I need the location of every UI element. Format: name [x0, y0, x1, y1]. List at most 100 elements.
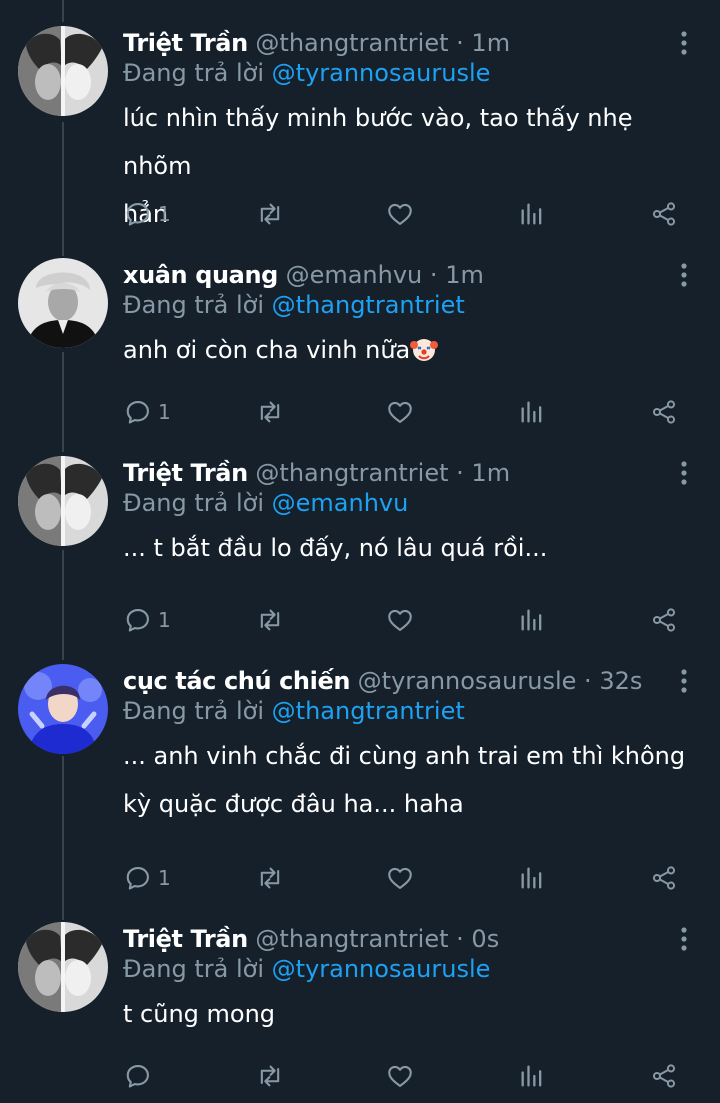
tweet[interactable]: Triệt Trần @thangtrantriet · 1m Đang trả… — [0, 456, 720, 646]
display-name[interactable]: Triệt Trần — [123, 29, 248, 57]
tweet-text-line: ... t bắt đầu lo đấy, nó lâu quá rồi... — [123, 534, 548, 562]
share-button[interactable] — [650, 1056, 678, 1096]
more-vertical-icon[interactable] — [672, 926, 696, 952]
reply-count: 1 — [158, 608, 171, 632]
tweet-text-line: anh ơi còn cha vinh nữa — [123, 326, 698, 374]
tweet-text-line: lúc nhìn thấy minh bước vào, tao thấy nh… — [123, 104, 633, 180]
timestamp[interactable]: 1m — [471, 29, 510, 57]
like-button[interactable] — [386, 1056, 414, 1096]
retweet-icon — [260, 609, 280, 631]
tweet-header: Triệt Trần @thangtrantriet · 1m — [123, 26, 510, 60]
replying-to: Đang trả lời @tyrannosaurusle — [123, 56, 490, 90]
separator-dot: · — [584, 667, 592, 695]
stats-button[interactable] — [518, 392, 546, 432]
share-button[interactable] — [650, 858, 678, 898]
tweet[interactable]: xuân quang @emanhvu · 1m Đang trả lời @t… — [0, 258, 720, 446]
like-button[interactable] — [386, 194, 414, 234]
tweet[interactable]: Triệt Trần @thangtrantriet · 1m Đang trả… — [0, 26, 720, 236]
timestamp[interactable]: 1m — [471, 459, 510, 487]
more-vertical-icon[interactable] — [672, 668, 696, 694]
reply-button[interactable]: 1 — [124, 194, 171, 234]
reply-bubble-icon — [126, 609, 149, 632]
avatar[interactable] — [18, 258, 108, 348]
heart-icon — [388, 1065, 412, 1087]
reply-button[interactable]: 1 — [124, 858, 171, 898]
bar-chart-icon — [521, 609, 542, 631]
stats-button[interactable] — [518, 858, 546, 898]
user-handle[interactable]: @emanhvu — [286, 261, 423, 289]
separator-dot: · — [429, 261, 438, 289]
tweet-header: Triệt Trần @thangtrantriet · 1m — [123, 456, 510, 490]
retweet-button[interactable] — [256, 1056, 284, 1096]
tweet-actions: 1 — [0, 194, 720, 234]
share-icon — [652, 1064, 676, 1088]
tweet[interactable]: cục tác chú chiến @tyrannosaurusle · 32s… — [0, 664, 720, 904]
user-handle[interactable]: @thangtrantriet — [255, 29, 448, 57]
reply-to-handle[interactable]: @emanhvu — [272, 489, 409, 517]
avatar[interactable] — [18, 26, 108, 116]
thread-line — [62, 0, 64, 22]
like-button[interactable] — [386, 392, 414, 432]
tweet-text-line: t cũng mong — [123, 1000, 276, 1028]
avatar[interactable] — [18, 456, 108, 546]
retweet-button[interactable] — [256, 392, 284, 432]
like-button[interactable] — [386, 600, 414, 640]
share-button[interactable] — [650, 392, 678, 432]
display-name[interactable]: Triệt Trần — [123, 925, 248, 953]
reply-button[interactable] — [124, 1056, 158, 1096]
bar-chart-icon — [521, 203, 542, 225]
reply-thread: Triệt Trần @thangtrantriet · 1m Đang trả… — [0, 0, 720, 1103]
timestamp[interactable]: 32s — [599, 667, 642, 695]
user-handle[interactable]: @thangtrantriet — [255, 459, 448, 487]
share-button[interactable] — [650, 600, 678, 640]
display-name[interactable]: xuân quang — [123, 261, 278, 289]
reply-bubble-icon — [126, 203, 149, 226]
user-handle[interactable]: @thangtrantriet — [255, 925, 448, 953]
reply-button[interactable]: 1 — [124, 600, 171, 640]
tweet-text: anh ơi còn cha vinh nữa — [123, 326, 698, 374]
reply-to-handle[interactable]: @tyrannosaurusle — [272, 955, 491, 983]
replying-prefix: Đang trả lời — [123, 955, 265, 983]
timestamp[interactable]: 0s — [471, 925, 499, 953]
stats-button[interactable] — [518, 194, 546, 234]
tweet-header: cục tác chú chiến @tyrannosaurusle · 32s — [123, 664, 642, 698]
share-icon — [652, 400, 676, 424]
bar-chart-icon — [521, 1065, 542, 1087]
timestamp[interactable]: 1m — [445, 261, 484, 289]
display-name[interactable]: cục tác chú chiến — [123, 667, 350, 695]
heart-icon — [388, 867, 412, 889]
share-button[interactable] — [650, 194, 678, 234]
more-vertical-icon[interactable] — [672, 30, 696, 56]
stats-button[interactable] — [518, 1056, 546, 1096]
like-button[interactable] — [386, 858, 414, 898]
retweet-button[interactable] — [256, 600, 284, 640]
retweet-button[interactable] — [256, 194, 284, 234]
tweet-header: Triệt Trần @thangtrantriet · 0s — [123, 922, 499, 956]
tweet[interactable]: Triệt Trần @thangtrantriet · 0s Đang trả… — [0, 922, 720, 1102]
reply-to-handle[interactable]: @thangtrantriet — [272, 291, 465, 319]
replying-to: Đang trả lời @thangtrantriet — [123, 288, 465, 322]
reply-to-handle[interactable]: @thangtrantriet — [272, 697, 465, 725]
more-vertical-icon[interactable] — [672, 460, 696, 486]
display-name[interactable]: Triệt Trần — [123, 459, 248, 487]
tweet-header: xuân quang @emanhvu · 1m — [123, 258, 484, 292]
stats-button[interactable] — [518, 600, 546, 640]
separator-dot: · — [456, 29, 464, 57]
tweet-text-line: kỳ quặc được đâu ha... haha — [123, 790, 464, 818]
retweet-button[interactable] — [256, 858, 284, 898]
bar-chart-icon — [521, 401, 542, 423]
reply-button[interactable]: 1 — [124, 392, 171, 432]
avatar[interactable] — [18, 664, 108, 754]
tweet-text: ... anh vinh chắc đi cùng anh trai em th… — [123, 732, 698, 828]
avatar[interactable] — [18, 922, 108, 1012]
reply-bubble-icon — [126, 867, 149, 890]
user-handle[interactable]: @tyrannosaurusle — [358, 667, 577, 695]
tweet-text-line: ... anh vinh chắc đi cùng anh trai em th… — [123, 742, 686, 770]
heart-icon — [388, 401, 412, 423]
retweet-icon — [260, 867, 280, 889]
heart-icon — [388, 203, 412, 225]
more-vertical-icon[interactable] — [672, 262, 696, 288]
replying-prefix: Đang trả lời — [123, 291, 265, 319]
reply-to-handle[interactable]: @tyrannosaurusle — [272, 59, 491, 87]
replying-prefix: Đang trả lời — [123, 489, 265, 517]
